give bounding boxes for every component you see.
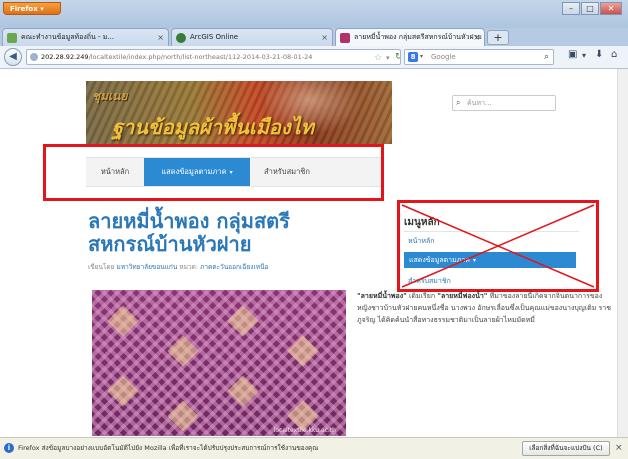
- search-engine-bar[interactable]: 8 ▾ Google ⌕: [404, 49, 554, 65]
- minimize-icon[interactable]: –: [562, 2, 580, 15]
- home-icon[interactable]: ⌂: [611, 49, 617, 60]
- firefox-menu-button[interactable]: Firefox ▾: [3, 2, 61, 15]
- close-window-icon[interactable]: ✕: [600, 2, 622, 15]
- tab-label: คณะทำงานข้อมูลท้องถิ่น - ม...: [21, 33, 115, 41]
- article-body: "ลายหมี่น้ำพอง" เดิมเรียก "ลายหมี่ฟองน้ำ…: [357, 290, 613, 326]
- highlight-box-menu: [43, 144, 384, 201]
- url-bar[interactable]: 202.28.92.249/localtextile/index.php/nor…: [26, 49, 401, 65]
- site-banner[interactable]: ชุมเนย ฐานข้อมูลผ้าพื้นเมืองไท: [86, 81, 392, 144]
- close-tab-icon[interactable]: ×: [473, 29, 480, 46]
- url-host: 202.28.92.249: [41, 53, 89, 61]
- bookmarks-menu-icon[interactable]: ▣: [568, 49, 577, 60]
- cross-out-mark: [401, 204, 595, 288]
- firefox-menu-label: Firefox: [10, 5, 38, 13]
- article-title-line1: ลายหมี่น้ำพอง กลุ่มสตรี: [88, 209, 290, 233]
- tab-label: ArcGIS Online: [190, 33, 239, 41]
- new-tab-button[interactable]: +: [487, 30, 509, 45]
- tab-current-page[interactable]: ลายหมี่น้ำพอง กลุ่มสตรีสหกรณ์บ้านหัวฝาย …: [335, 28, 485, 46]
- tab-strip: คณะทำงานข้อมูลท้องถิ่น - ม... × ArcGIS O…: [0, 28, 628, 46]
- category-prefix: หมวด:: [179, 263, 199, 271]
- body-quote-1: "ลายหมี่น้ำพอง": [357, 292, 407, 300]
- site-favicon-icon: [340, 33, 350, 43]
- site-logo: ชุมเนย: [92, 89, 128, 103]
- navigation-bar: ◀ 202.28.92.249/localtextile/index.php/n…: [0, 46, 628, 69]
- article-title-line2: สหกรณ์บ้านหัวฝาย: [88, 232, 252, 256]
- category-link[interactable]: ภาคตะวันออกเฉียงเหนือ: [200, 263, 268, 271]
- photo-watermark: localtextile.kku.ac.th: [273, 427, 336, 434]
- site-search-placeholder: ค้นหา...: [467, 99, 492, 107]
- site-search-input[interactable]: ⌕ ค้นหา...: [452, 95, 556, 111]
- bookmark-star-icon[interactable]: ☆: [374, 51, 382, 64]
- body-quote-2: "ลายหมี่ฟองน้ำ": [437, 292, 488, 300]
- tab-local-data[interactable]: คณะทำงานข้อมูลท้องถิ่น - ม... ×: [2, 28, 169, 46]
- url-path: /localtextile/index.php/north/list-north…: [88, 53, 313, 61]
- textile-motif: [227, 375, 259, 407]
- textile-motif: [167, 400, 199, 432]
- reload-icon[interactable]: ↻: [395, 50, 400, 64]
- page-scrollbar[interactable]: [617, 69, 628, 437]
- search-icon[interactable]: ⌕: [544, 50, 549, 64]
- textile-motif: [107, 305, 139, 337]
- search-icon: ⌕: [456, 98, 461, 107]
- author-link[interactable]: มหาวิทยาลัยขอนแก่น: [117, 263, 178, 271]
- body-text-1: เดิมเรียก: [406, 292, 438, 300]
- highlight-box-sidebar: [397, 200, 599, 292]
- site-identity-icon[interactable]: [30, 53, 38, 61]
- globe-icon: [176, 33, 186, 43]
- textile-motif: [107, 375, 139, 407]
- notification-bar: i Firefox ส่งข้อมูลบางอย่างแบบอัตโนมัติไ…: [0, 437, 628, 459]
- close-tab-icon[interactable]: ×: [321, 29, 328, 46]
- close-tab-icon[interactable]: ×: [157, 29, 164, 46]
- page-content: ชุมเนย ฐานข้อมูลผ้าพื้นเมืองไท ⌕ ค้นหา..…: [0, 69, 628, 437]
- search-engine-placeholder: Google: [431, 53, 456, 61]
- textile-photo[interactable]: localtextile.kku.ac.th: [92, 290, 346, 436]
- article-byline: เขียนโดย มหาวิทยาลัยขอนแก่น หมวด: ภาคตะว…: [88, 262, 268, 272]
- maximize-icon[interactable]: □: [581, 2, 599, 15]
- notification-text: Firefox ส่งข้อมูลบางอย่างแบบอัตโนมัติไปย…: [18, 444, 319, 452]
- window-titlebar: Firefox ▾ – □ ✕: [0, 0, 628, 28]
- textile-motif: [167, 335, 199, 367]
- bookmarks-dropdown-icon[interactable]: ▾: [582, 51, 586, 60]
- google-icon[interactable]: 8: [408, 52, 418, 62]
- article-title[interactable]: ลายหมี่น้ำพอง กลุ่มสตรี สหกรณ์บ้านหัวฝาย: [88, 210, 338, 256]
- close-icon[interactable]: ×: [615, 438, 623, 459]
- tab-arcgis[interactable]: ArcGIS Online ×: [171, 28, 333, 46]
- info-icon: i: [4, 443, 14, 453]
- download-icon[interactable]: ⬇: [595, 49, 603, 60]
- choose-share-button[interactable]: เลือกสิ่งที่ฉันจะแบ่งปัน (C): [522, 441, 610, 456]
- puzzle-icon: [7, 33, 17, 43]
- textile-motif: [227, 305, 259, 337]
- window-controls: – □ ✕: [561, 2, 622, 16]
- byline-prefix: เขียนโดย: [88, 263, 115, 271]
- textile-motif: [287, 335, 319, 367]
- back-arrow-icon[interactable]: ◀: [4, 48, 22, 66]
- banner-title: ฐานข้อมูลผ้าพื้นเมืองไท: [112, 115, 314, 139]
- tab-label: ลายหมี่น้ำพอง กลุ่มสตรีสหกรณ์บ้านหัวฝาย: [354, 33, 482, 41]
- engine-dropdown-icon[interactable]: ▾: [420, 50, 423, 64]
- history-dropdown-icon[interactable]: ▾: [386, 51, 390, 64]
